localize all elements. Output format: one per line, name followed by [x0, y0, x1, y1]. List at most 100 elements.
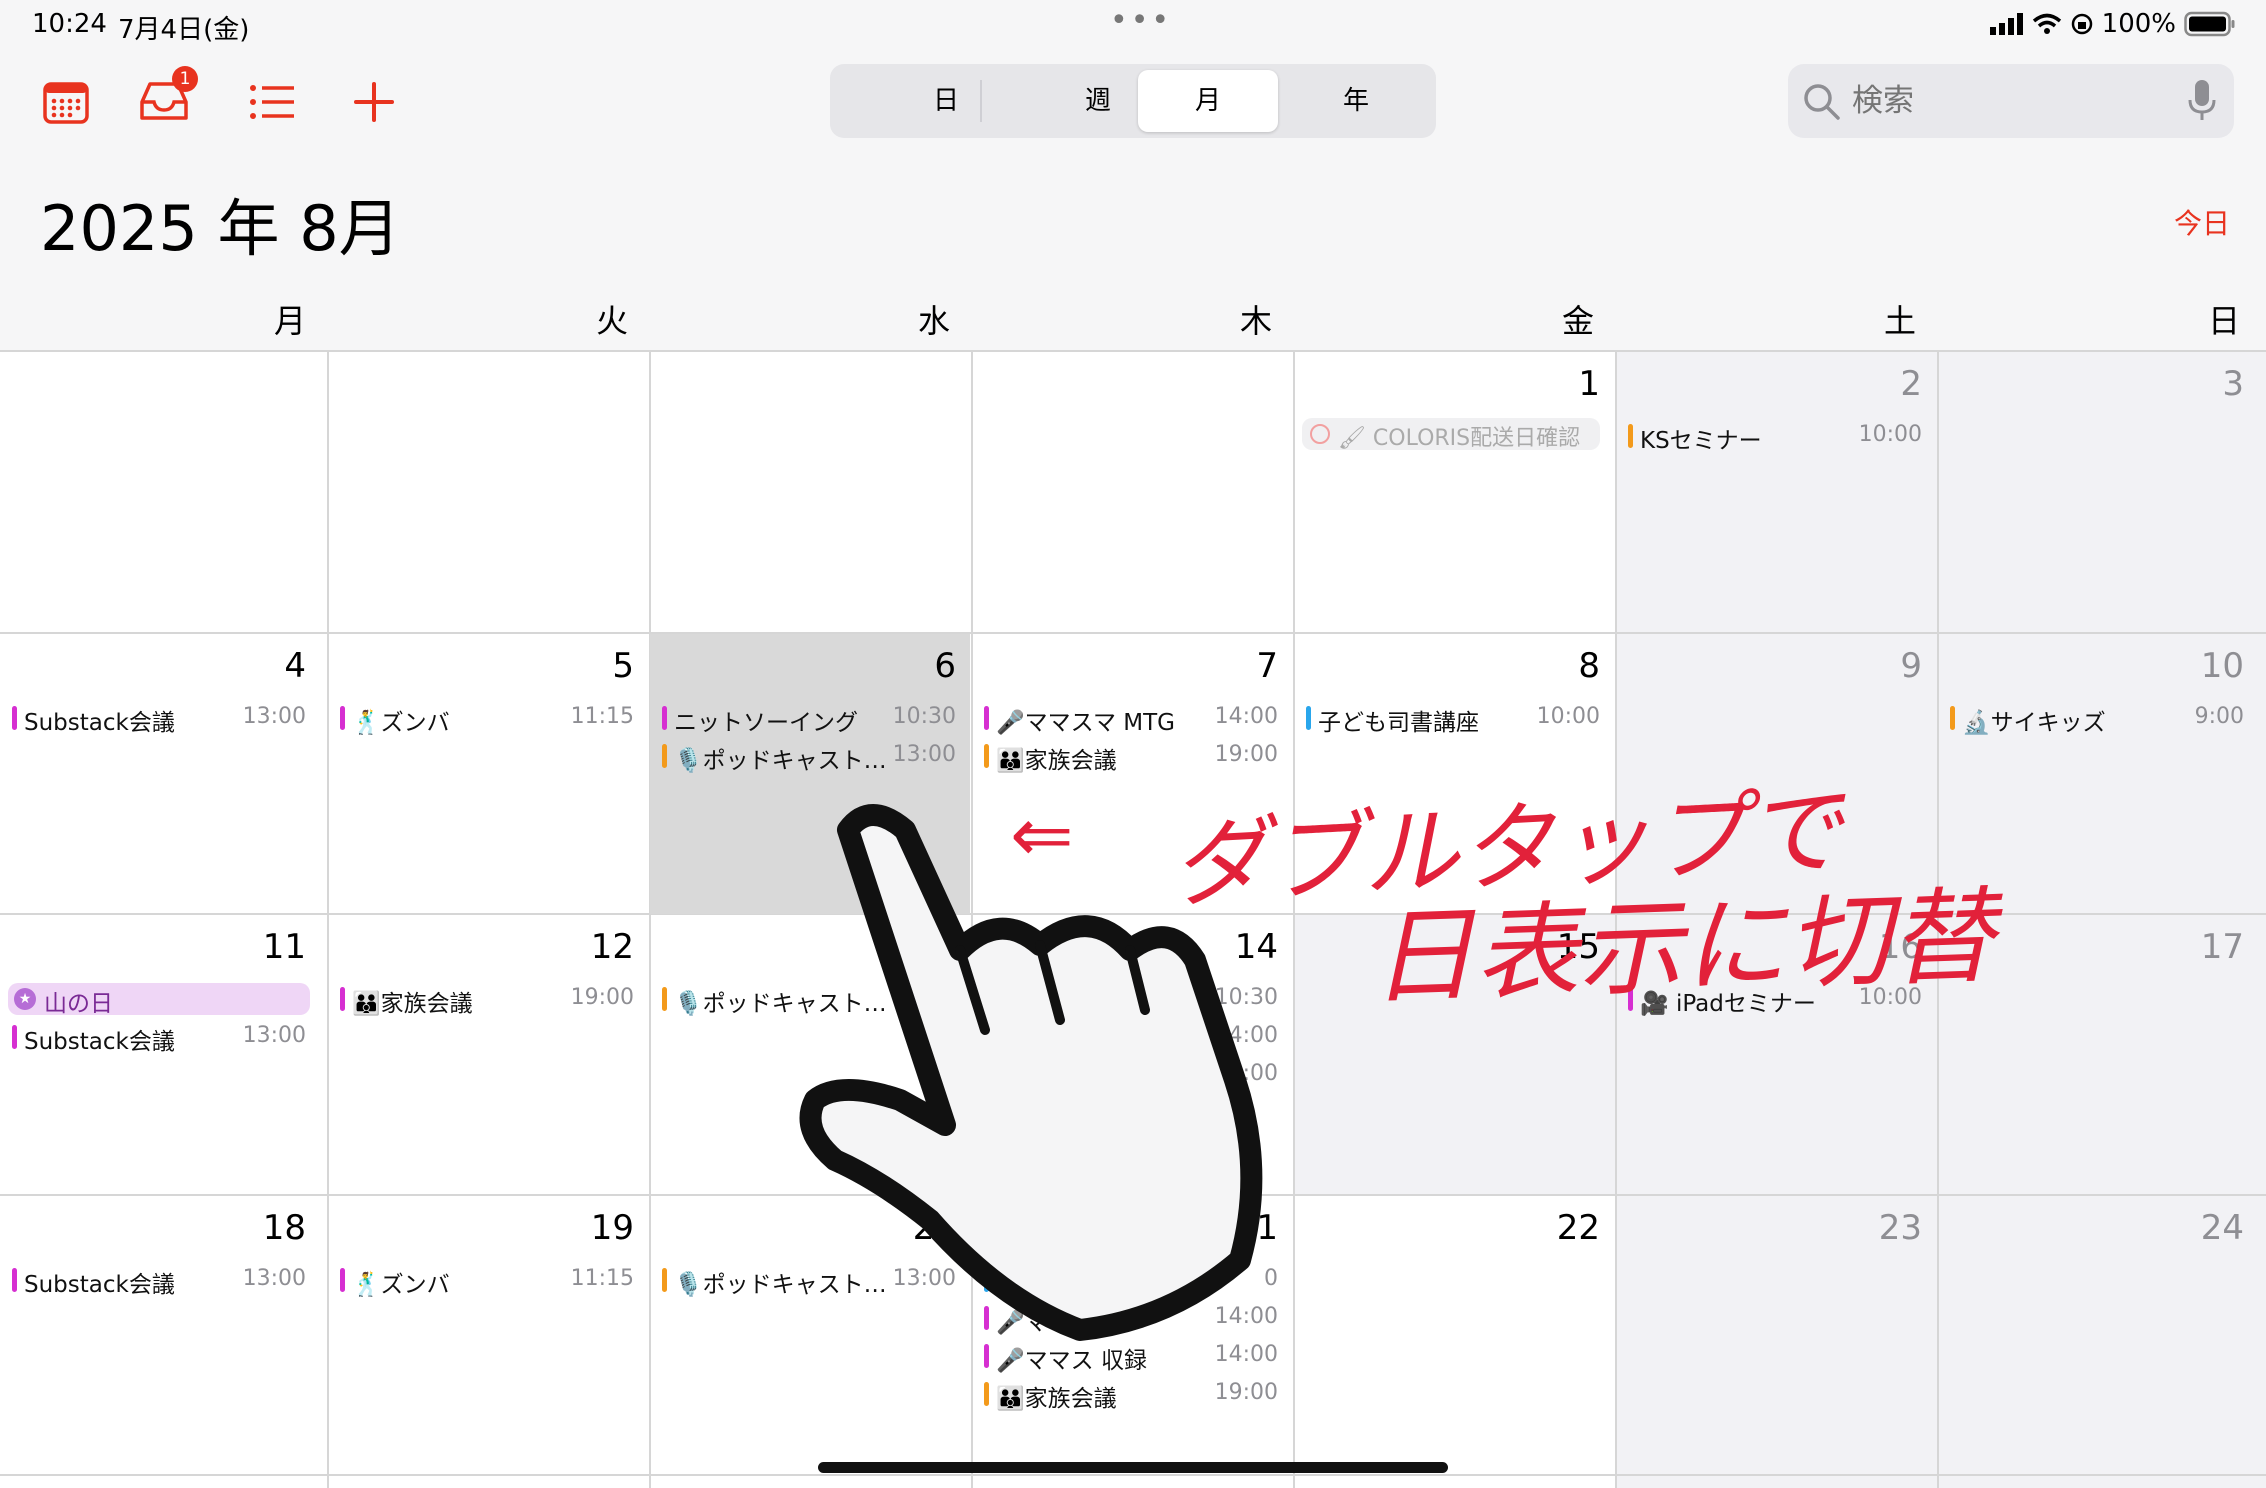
multitasking-dots-icon[interactable]: ••• — [1110, 3, 1172, 38]
event-time: 13:00 — [242, 1023, 306, 1048]
status-date: 7月4日(金) — [118, 15, 250, 45]
event-time: 14:00 — [1214, 1023, 1278, 1048]
event-family-meeting[interactable]: 👪家族会議 19:00 — [984, 1378, 1278, 1412]
list-icon[interactable] — [248, 78, 296, 126]
calendar-color-bar — [984, 1268, 989, 1292]
day-cell-1[interactable]: 1 🖌 COLORIS配送日確認 — [1294, 352, 1614, 632]
event-podcast[interactable]: 🎙️ポッドキャスト… 13:00 — [662, 1264, 956, 1298]
orientation-lock-icon — [2071, 13, 2092, 35]
day-cell-19[interactable]: 19 🕺ズンバ 11:15 — [328, 1196, 648, 1476]
event-title: 🕺ズンバ — [352, 710, 450, 736]
calendar-color-bar — [340, 706, 345, 730]
add-event-icon[interactable] — [350, 78, 398, 126]
calendar-color-bar — [1306, 706, 1311, 730]
top-chrome — [0, 0, 2266, 352]
microphone-icon[interactable] — [2186, 78, 2218, 124]
calendar-color-bar — [1628, 424, 1633, 448]
event-title: 🎤マ — [996, 1310, 1048, 1336]
view-month-tab[interactable]: 月 — [1138, 70, 1278, 132]
reminder-coloris[interactable]: 🖌 COLORIS配送日確認 — [1302, 418, 1600, 451]
event-partial[interactable]: 0 — [984, 1264, 1278, 1298]
home-indicator[interactable] — [818, 1462, 1448, 1473]
event-title: 🕺ズンバ — [352, 1272, 450, 1298]
day-cell-20[interactable]: 20 🎙️ポッドキャスト… 13:00 — [650, 1196, 970, 1476]
event-mamasuma-recording[interactable]: 🎤ママス 収録 14:00 — [984, 1340, 1278, 1374]
weekday-sun: 日 — [2207, 302, 2240, 340]
weekday-tue: 火 — [595, 302, 628, 340]
day-cell-4[interactable]: 4 Substack会議 13:00 — [0, 634, 320, 914]
day-cell-14[interactable]: 14 グ 10:30 14:00 9:00 — [972, 915, 1292, 1195]
event-partial-a[interactable]: グ 10:30 — [984, 983, 1278, 1017]
day-cell-3[interactable]: 3 — [1938, 352, 2258, 632]
event-substack[interactable]: Substack会議 13:00 — [12, 702, 306, 736]
event-zumba[interactable]: 🕺ズンバ 11:15 — [340, 1264, 634, 1298]
event-time: 14:00 — [1214, 704, 1278, 729]
event-mamasuma-mtg[interactable]: 🎤ママスマ MTG 14:00 — [984, 702, 1278, 736]
event-title: 🎙️ポッドキャスト… — [674, 991, 887, 1017]
view-day-tab[interactable]: 日 — [876, 70, 1016, 132]
weekday-mon: 月 — [273, 302, 306, 340]
event-time: 11:15 — [570, 1266, 634, 1291]
reminder-title: 🖌 COLORIS配送日確認 — [1338, 426, 1581, 451]
today-button[interactable]: 今日 — [2174, 202, 2230, 242]
day-number: 18 — [262, 1208, 306, 1248]
event-partial-c[interactable]: 9:00 — [984, 1059, 1278, 1093]
event-family-meeting[interactable]: 👪家族会議 19:00 — [340, 983, 634, 1017]
calendar-list-icon[interactable] — [42, 78, 90, 126]
calendar-color-bar — [662, 744, 667, 768]
battery-icon — [2184, 11, 2235, 37]
event-family-meeting[interactable]: 👪家族会議 19:00 — [984, 740, 1278, 774]
event-title: 🎙️ポッドキャスト… — [674, 748, 887, 774]
weekday-thu: 木 — [1239, 302, 1272, 340]
event-title: 👪家族会議 — [352, 991, 473, 1017]
day-cell-6-highlighted[interactable]: 6 ニットソーイング 10:30 🎙️ポッドキャスト… 13:00 — [650, 634, 970, 914]
day-number: 9 — [1900, 646, 1922, 686]
event-podcast[interactable]: 🎙️ポッドキャスト… 13:00 — [662, 740, 956, 774]
day-cell-5[interactable]: 5 🕺ズンバ 11:15 — [328, 634, 648, 914]
event-zumba[interactable]: 🕺ズンバ 11:15 — [340, 702, 634, 736]
reminder-circle-icon[interactable] — [1310, 424, 1330, 444]
day-cell-18[interactable]: 18 Substack会議 13:00 — [0, 1196, 320, 1476]
event-substack[interactable]: Substack会議 13:00 — [12, 1021, 306, 1055]
day-number: 8 — [1578, 646, 1600, 686]
event-title: 👪家族会議 — [996, 748, 1117, 774]
search-icon — [1804, 84, 1840, 120]
signal-icon — [1989, 13, 2023, 35]
view-year-tab[interactable]: 年 — [1286, 70, 1426, 132]
holiday-mountain-day[interactable]: ★ 山の日 — [8, 983, 310, 1017]
event-title: Substack会議 — [24, 1029, 175, 1055]
day-cell-12[interactable]: 12 👪家族会議 19:00 — [328, 915, 648, 1195]
day-cell-22[interactable]: 22 — [1294, 1196, 1614, 1476]
day-cell-13[interactable]: 🎙️ポッドキャスト… — [650, 915, 970, 1195]
event-child-librarian[interactable]: 子ども司書講座 10:00 — [1306, 702, 1600, 736]
event-time: 11:15 — [570, 704, 634, 729]
calendar-color-bar — [662, 1268, 667, 1292]
event-mamasuma[interactable]: 🎤マ 14:00 — [984, 1302, 1278, 1336]
day-number: 11 — [262, 927, 306, 967]
event-title: 🎤ママス 収録 — [996, 1348, 1147, 1374]
event-podcast[interactable]: 🎙️ポッドキャスト… — [662, 983, 956, 1017]
event-time: 19:00 — [1214, 742, 1278, 767]
day-number: 12 — [590, 927, 634, 967]
day-cell-11[interactable]: 11 ★ 山の日 Substack会議 13:00 — [0, 915, 320, 1195]
event-partial-b[interactable]: 14:00 — [984, 1021, 1278, 1055]
search-input[interactable] — [1852, 78, 2152, 124]
day-cell-24[interactable]: 24 — [1938, 1196, 2258, 1476]
event-title: Substack会議 — [24, 1272, 175, 1298]
day-cell-2[interactable]: 2 KSセミナー 10:00 — [1616, 352, 1936, 632]
event-time: 13:00 — [892, 1266, 956, 1291]
day-cell-23[interactable]: 23 — [1616, 1196, 1936, 1476]
event-scikids[interactable]: 🔬サイキッズ 9:00 — [1950, 702, 2244, 736]
calendar-color-bar — [662, 706, 667, 730]
annotation-text-line2: 日表示に切替 — [1368, 875, 1997, 1019]
event-knit-sewing[interactable]: ニットソーイング 10:30 — [662, 702, 956, 736]
search-field[interactable] — [1788, 64, 2234, 138]
day-cell-21[interactable]: 21 0 🎤マ 14:00 🎤ママス 収録 14:00 👪家族会議 19:00 — [972, 1196, 1292, 1474]
status-bar: 10:24 7月4日(金) ••• 100% — [0, 0, 2266, 48]
event-substack[interactable]: Substack会議 13:00 — [12, 1264, 306, 1298]
event-time: 14:00 — [1214, 1304, 1278, 1329]
inbox-button[interactable]: 1 — [136, 66, 198, 132]
event-ks-seminar[interactable]: KSセミナー 10:00 — [1628, 420, 1922, 454]
day-number: 2 — [1900, 364, 1922, 404]
event-title: グ — [1194, 991, 1217, 1017]
